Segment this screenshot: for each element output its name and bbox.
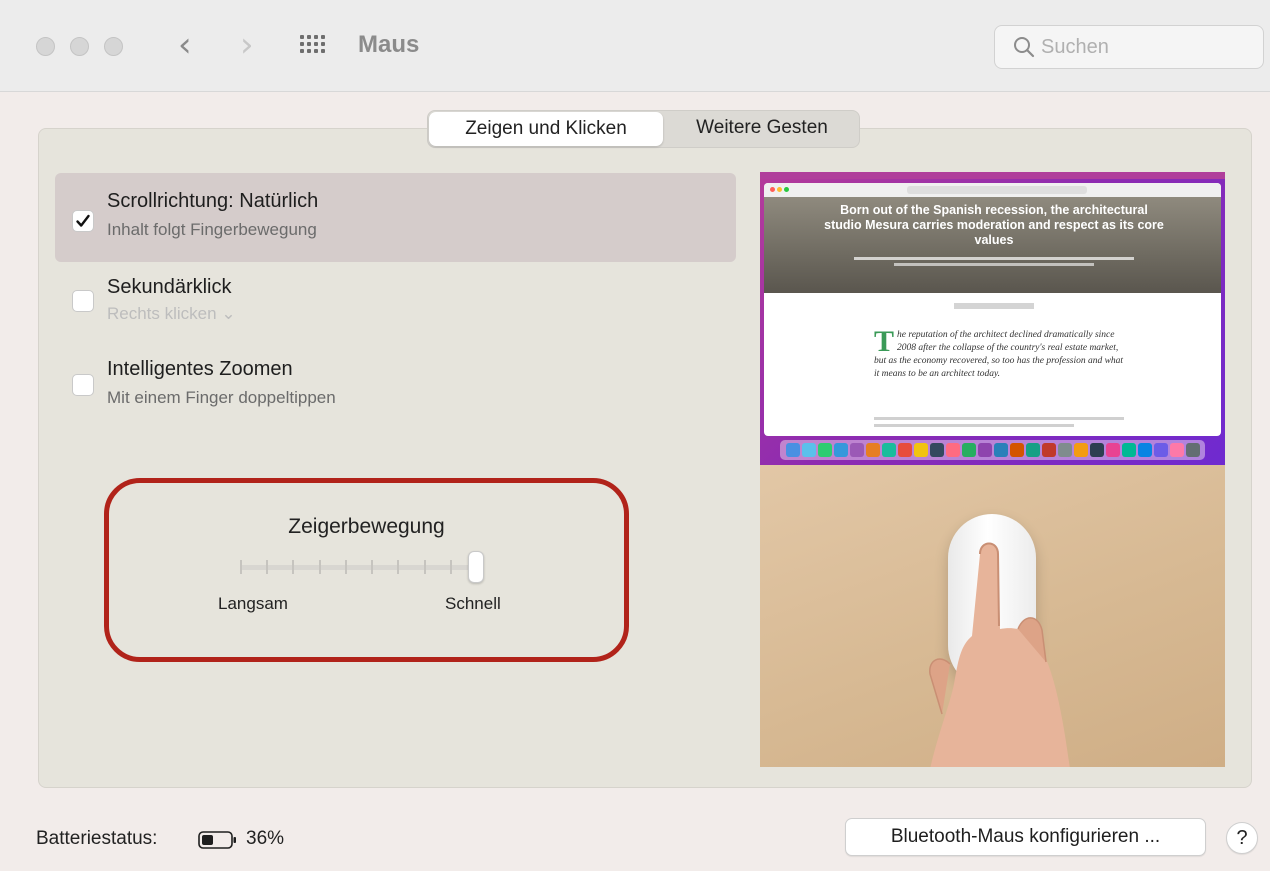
dock-app-icon: [1170, 443, 1184, 457]
forward-button[interactable]: ›: [240, 28, 254, 62]
slider-tick: [344, 560, 347, 574]
dock-app-icon: [962, 443, 976, 457]
pointer-speed-slider[interactable]: [238, 548, 490, 588]
window-title: Maus: [358, 31, 420, 58]
slider-tick: [449, 560, 452, 574]
option-smart-zoom[interactable]: Intelligentes Zoomen Mit einem Finger do…: [55, 346, 736, 426]
dock-app-icon: [1154, 443, 1168, 457]
battery-icon: [198, 831, 236, 849]
tab-weitere-gesten[interactable]: Weitere Gesten: [664, 111, 860, 147]
search-icon: [1014, 37, 1035, 58]
show-all-grid-icon[interactable]: [300, 35, 326, 57]
battery-status-label: Batteriestatus:: [36, 828, 158, 849]
smart-zoom-checkbox[interactable]: [72, 374, 94, 396]
title-bar: ‹ › Maus: [0, 0, 1270, 92]
preview-body-lines: [874, 417, 1124, 431]
dock-app-icon: [994, 443, 1008, 457]
option-subtitle: Mit einem Finger doppeltippen: [107, 388, 336, 407]
dock-app-icon: [834, 443, 848, 457]
slider-tick: [240, 560, 242, 574]
dock-app-icon: [914, 443, 928, 457]
dock-app-icon: [946, 443, 960, 457]
minimize-window-button[interactable]: [70, 37, 89, 56]
configure-bluetooth-mouse-button[interactable]: Bluetooth-Maus konfigurieren ...: [845, 818, 1206, 856]
slider-thumb[interactable]: [468, 551, 484, 583]
option-subtitle: Inhalt folgt Fingerbewegung: [107, 220, 317, 239]
preview-browser-window: Born out of the Spanish recession, the a…: [764, 183, 1221, 436]
preview-article: T he reputation of the architect decline…: [874, 325, 1124, 381]
dock-app-icon: [930, 443, 944, 457]
slider-tick: [318, 560, 321, 574]
hand-icon: [929, 542, 1070, 767]
dock-app-icon: [898, 443, 912, 457]
dock-app-icon: [1090, 443, 1104, 457]
preview-hero-image: Born out of the Spanish recession, the a…: [764, 197, 1221, 293]
preview-screen: Born out of the Spanish recession, the a…: [760, 172, 1225, 465]
slider-max-label: Schnell: [445, 594, 501, 613]
secondary-click-checkbox[interactable]: [72, 290, 94, 312]
dock-app-icon: [1058, 443, 1072, 457]
dock-app-icon: [866, 443, 880, 457]
slider-tick: [292, 560, 295, 574]
dock-app-icon: [1138, 443, 1152, 457]
dock-app-icon: [978, 443, 992, 457]
gesture-preview-video: Born out of the Spanish recession, the a…: [760, 172, 1225, 767]
preview-meta: [954, 303, 1034, 309]
preview-article-text: he reputation of the architect declined …: [874, 330, 1124, 379]
checkmark-icon: [76, 214, 90, 227]
slider-tick: [266, 560, 269, 574]
option-title: Scrollrichtung: Natürlich: [107, 190, 319, 212]
option-secondary-click[interactable]: Sekundärklick Rechts klicken ⌄: [55, 262, 736, 342]
search-box[interactable]: [994, 25, 1264, 69]
preview-headline: Born out of the Spanish recession, the a…: [824, 203, 1164, 247]
secondary-click-dropdown[interactable]: Rechts klicken ⌄: [107, 304, 236, 324]
dock-app-icon: [850, 443, 864, 457]
option-scroll-direction[interactable]: Scrollrichtung: Natürlich Inhalt folgt F…: [55, 173, 736, 262]
slider-tick: [371, 560, 374, 574]
dock-app-icon: [1042, 443, 1056, 457]
dock-app-icon: [1010, 443, 1024, 457]
dock-app-icon: [786, 443, 800, 457]
dock-app-icon: [818, 443, 832, 457]
scroll-direction-checkbox[interactable]: [72, 210, 94, 232]
preview-browser-toolbar: [764, 183, 1221, 197]
slider-tick: [423, 560, 426, 574]
battery-percent: 36%: [246, 828, 285, 849]
back-button[interactable]: ‹: [178, 28, 192, 62]
dock-app-icon: [1106, 443, 1120, 457]
tab-zeigen-und-klicken[interactable]: Zeigen und Klicken: [429, 112, 663, 146]
option-title: Intelligentes Zoomen: [107, 358, 293, 380]
slider-tick: [397, 560, 400, 574]
option-title: Sekundärklick: [107, 276, 232, 298]
pointer-speed-title: Zeigerbewegung: [288, 515, 445, 538]
dock-app-icon: [1026, 443, 1040, 457]
help-button[interactable]: ?: [1226, 822, 1258, 854]
preview-menubar: [760, 172, 1225, 179]
dock-app-icon: [1186, 443, 1200, 457]
dock-app-icon: [882, 443, 896, 457]
slider-track: [240, 565, 480, 570]
zoom-window-button[interactable]: [104, 37, 123, 56]
preview-dock: [780, 440, 1205, 460]
dock-app-icon: [802, 443, 816, 457]
dock-app-icon: [1122, 443, 1136, 457]
tab-bar: Zeigen und Klicken Weitere Gesten: [427, 110, 860, 148]
dock-app-icon: [1074, 443, 1088, 457]
slider-min-label: Langsam: [218, 594, 288, 613]
preview-drop-cap: T: [874, 325, 895, 358]
close-window-button[interactable]: [36, 37, 55, 56]
search-input[interactable]: [1041, 34, 1251, 60]
